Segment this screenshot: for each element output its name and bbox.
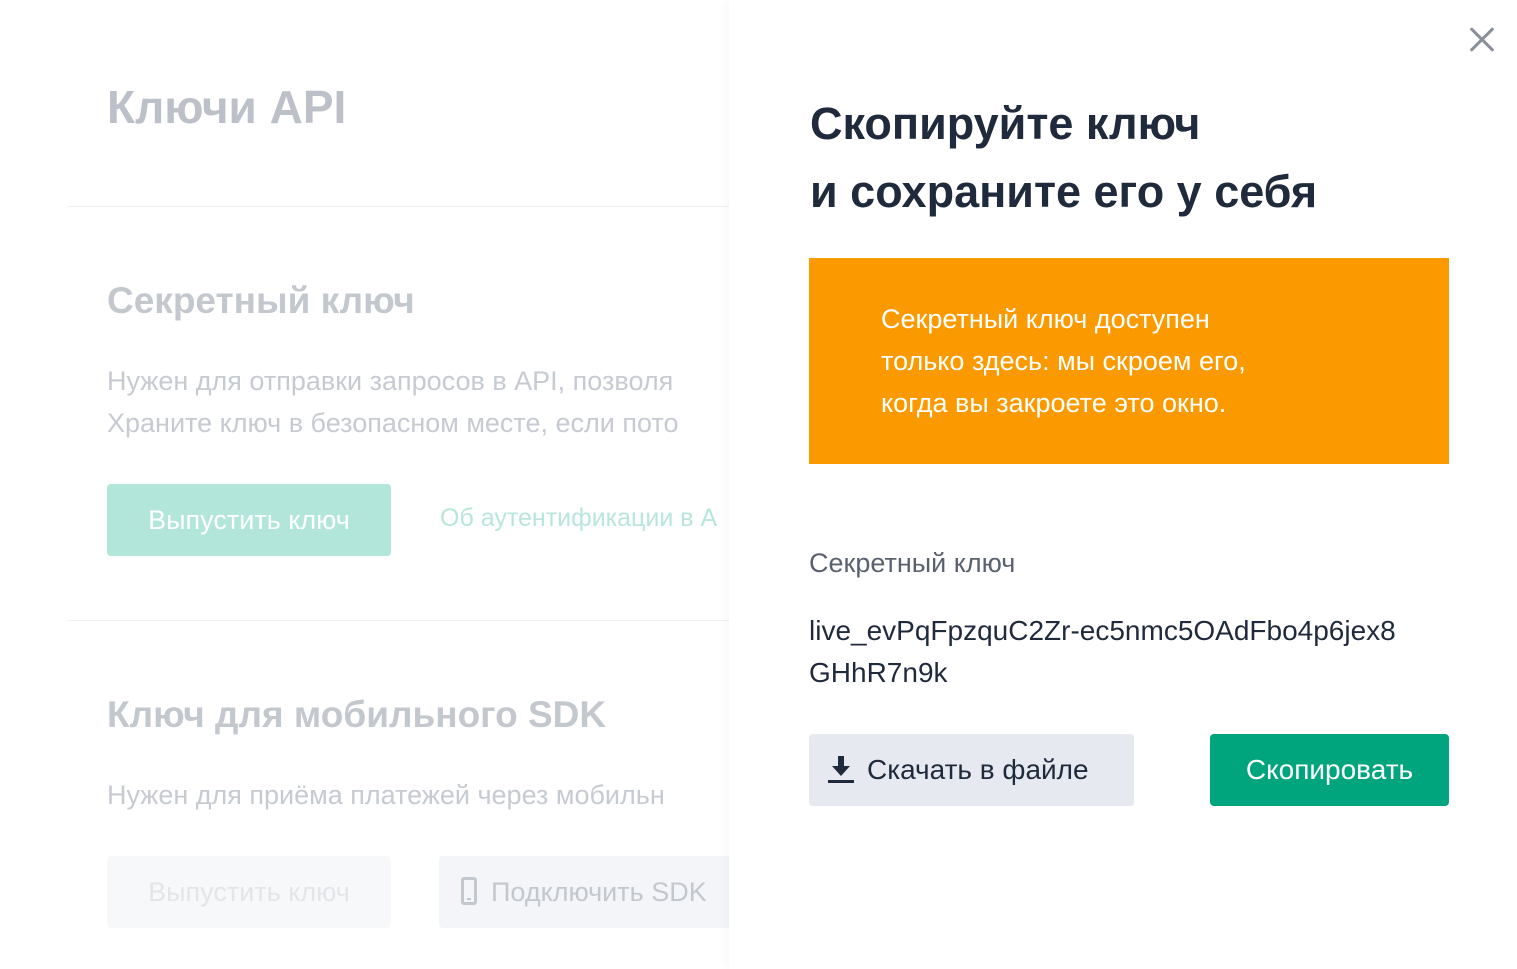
copy-key-drawer: Скопируйте ключ и сохраните его у себя С… (729, 0, 1517, 969)
secret-key-heading: Секретный ключ (107, 280, 415, 321)
copy-key-button[interactable]: Скопировать (1210, 734, 1449, 806)
divider (67, 620, 767, 621)
secret-key-value-line1: live_evPqFpzquC2Zr-ec5nmc5OAdFbo4p6jex8 (809, 615, 1396, 646)
secret-key-description-line1: Нужен для отправки запросов в API, позво… (107, 366, 674, 396)
drawer-title-line1: Скопируйте ключ (810, 98, 1201, 149)
secret-key-description-line2: Храните ключ в безопасном месте, если по… (107, 408, 679, 438)
sdk-key-heading: Ключ для мобильного SDK (107, 694, 607, 735)
drawer-title: Скопируйте ключ и сохраните его у себя (810, 90, 1317, 226)
secret-key-value-line2: GHhR7n9k (809, 657, 948, 688)
warning-line1: Секретный ключ доступен (881, 304, 1210, 334)
warning-line3: когда вы закроете это окно. (881, 388, 1227, 418)
warning-line2: только здесь: мы скроем его, (881, 346, 1246, 376)
drawer-title-line2: и сохраните его у себя (810, 166, 1318, 217)
page: Ключи API Секретный ключ Нужен для отпра… (0, 0, 1517, 969)
secret-key-value: live_evPqFpzquC2Zr-ec5nmc5OAdFbo4p6jex8 … (809, 610, 1449, 694)
sdk-key-description: Нужен для приёма платежей через мобильн (107, 780, 665, 810)
close-icon[interactable] (1464, 22, 1500, 58)
download-file-label: Скачать в файле (867, 754, 1089, 785)
download-file-button[interactable]: Скачать в файле (809, 734, 1134, 806)
warning-text: Секретный ключ доступен только здесь: мы… (881, 298, 1246, 424)
divider (67, 206, 767, 207)
secret-key-label: Секретный ключ (809, 548, 1016, 578)
phone-icon (461, 876, 477, 905)
page-title: Ключи API (107, 81, 347, 133)
issue-secret-key-button[interactable]: Выпустить ключ (107, 484, 391, 556)
auth-docs-link[interactable]: Об аутентификации в А (440, 504, 717, 533)
issue-sdk-key-button[interactable]: Выпустить ключ (107, 856, 391, 928)
connect-sdk-label: Подключить SDK (491, 877, 707, 907)
download-icon (828, 755, 854, 783)
